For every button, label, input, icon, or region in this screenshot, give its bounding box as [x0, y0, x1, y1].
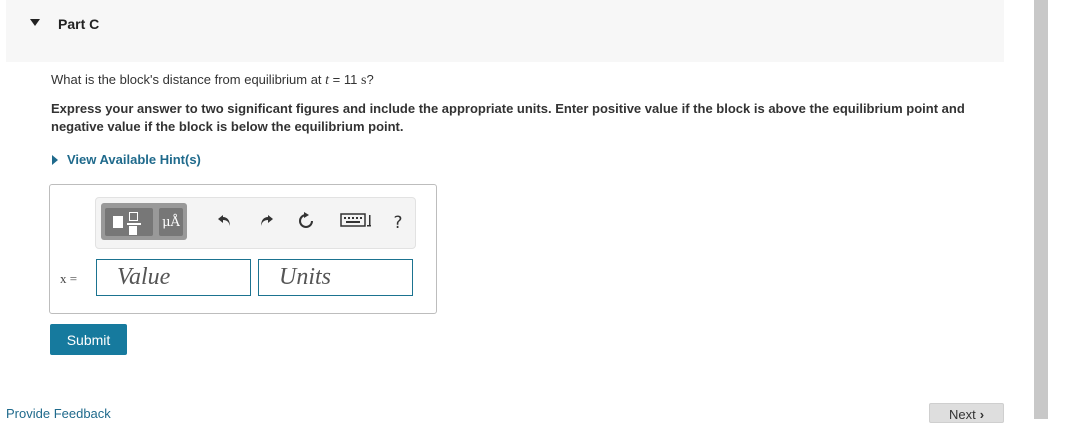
- chevron-right-icon: ›: [979, 407, 985, 422]
- template-superscript-icon: [129, 212, 138, 221]
- units-button[interactable]: μÅ: [159, 208, 183, 236]
- view-hints-link[interactable]: View Available Hint(s): [52, 152, 201, 167]
- units-input[interactable]: [258, 259, 413, 296]
- collapse-caret-icon[interactable]: [30, 19, 40, 26]
- question-suffix: ?: [366, 72, 374, 87]
- template-fraction-bar-icon: [127, 223, 141, 225]
- question-equals: = 11: [329, 72, 361, 87]
- answer-box: μÅ ? x =: [49, 184, 437, 314]
- part-title: Part C: [58, 16, 100, 32]
- submit-button[interactable]: Submit: [50, 324, 127, 355]
- hint-label: View Available Hint(s): [67, 152, 201, 167]
- undo-icon[interactable]: [214, 212, 236, 234]
- question-text: What is the block's distance from equili…: [51, 72, 374, 89]
- answer-variable-label: x =: [60, 271, 78, 286]
- template-denominator-icon: [129, 226, 137, 235]
- next-label: Next: [948, 407, 976, 422]
- help-button[interactable]: ?: [387, 212, 409, 234]
- templates-button[interactable]: [105, 208, 153, 236]
- scrollbar[interactable]: [1034, 0, 1048, 419]
- next-button[interactable]: Next ›: [929, 403, 1004, 423]
- math-toolbar: μÅ ?: [95, 197, 416, 249]
- question-prefix: What is the block's distance from equili…: [51, 72, 326, 87]
- keyboard-icon[interactable]: [340, 212, 374, 234]
- expand-caret-icon: [52, 154, 58, 165]
- instructions: Express your answer to two significant f…: [51, 101, 965, 134]
- value-input[interactable]: [96, 259, 251, 296]
- reset-icon[interactable]: [295, 212, 317, 234]
- redo-icon[interactable]: [255, 212, 277, 234]
- part-header[interactable]: Part C: [6, 0, 1004, 62]
- template-group: μÅ: [101, 203, 187, 240]
- template-block-icon: [113, 216, 123, 228]
